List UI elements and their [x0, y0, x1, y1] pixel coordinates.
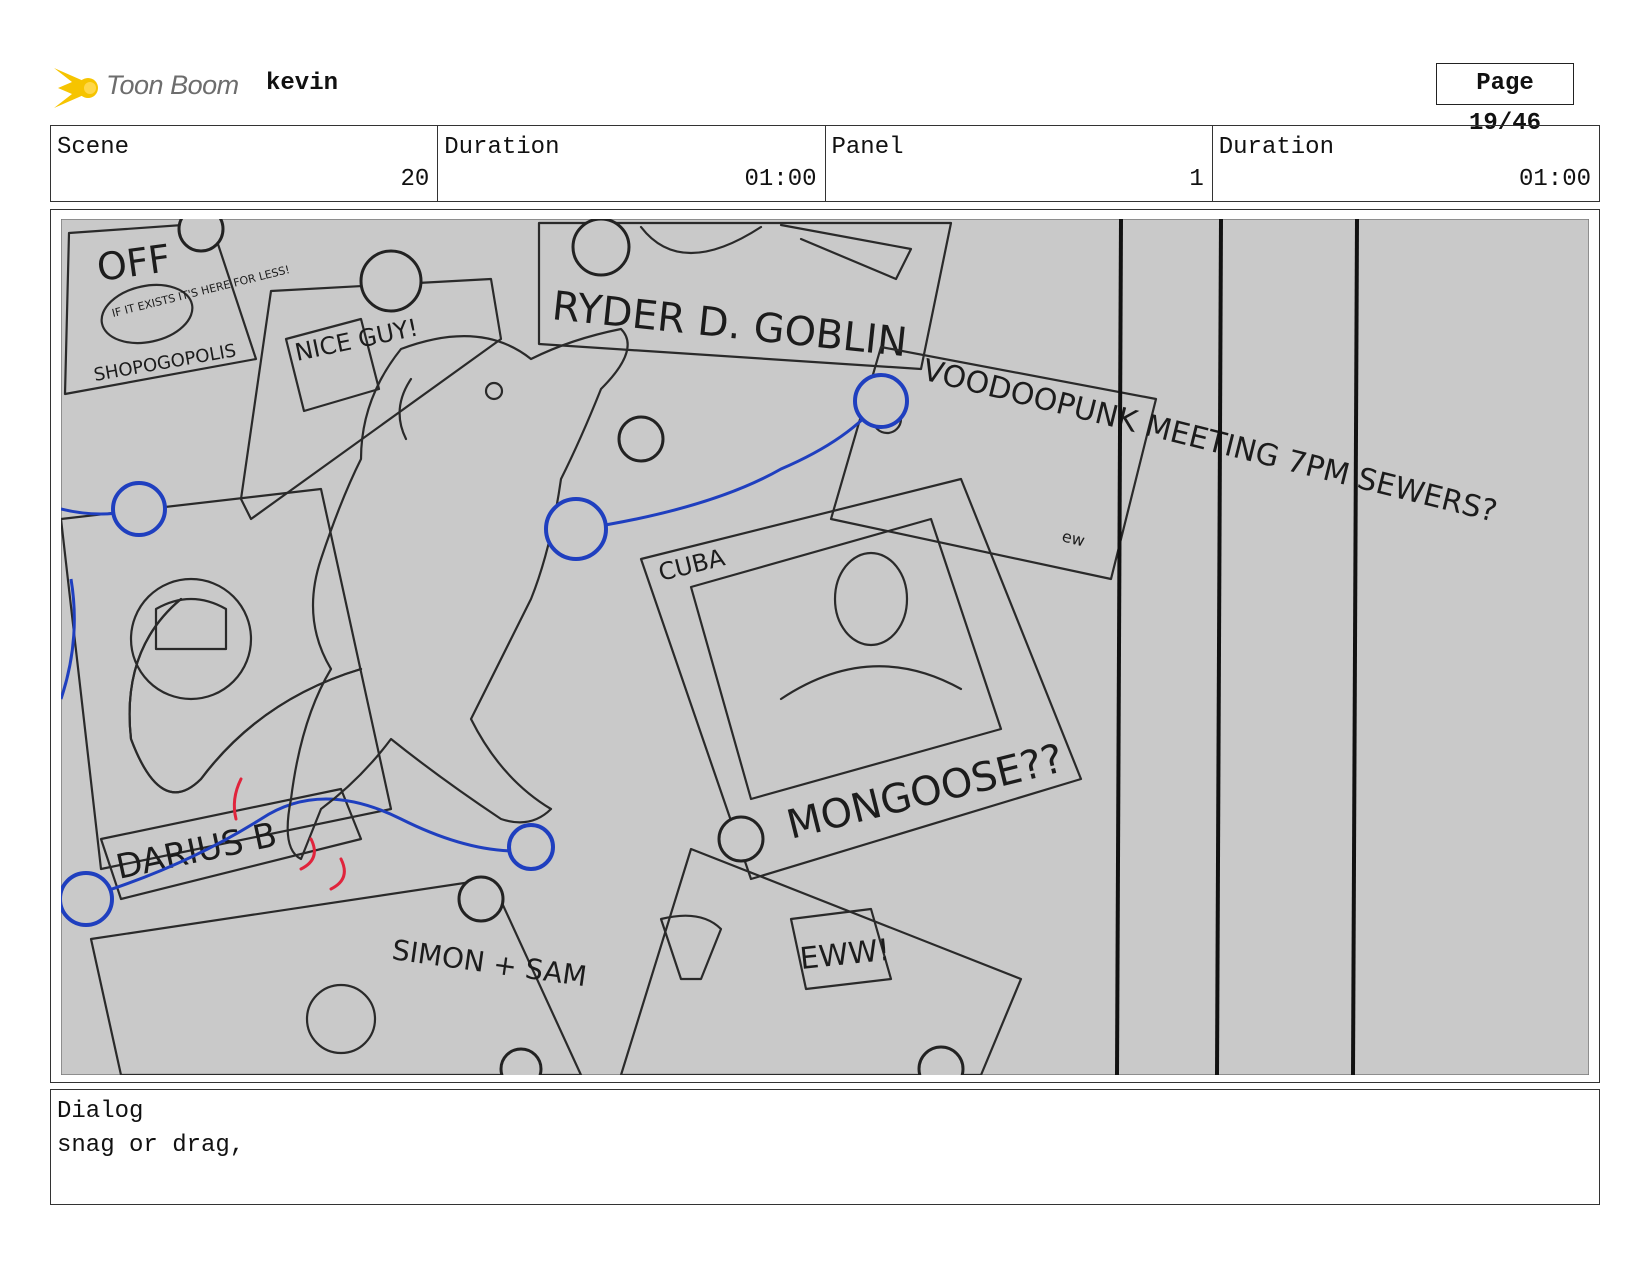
project-name: kevin: [266, 70, 339, 97]
panel-duration-label: Duration: [1218, 134, 1334, 161]
page-indicator: Page 19/46: [1436, 63, 1574, 137]
scene-label: Scene: [57, 134, 130, 161]
panel-duration-value: 01:00: [1518, 166, 1591, 193]
scene-value: 20: [400, 166, 430, 193]
scene-cell: Scene 20: [51, 126, 439, 201]
scene-duration-label: Duration: [444, 134, 560, 161]
panel-value: 1: [1189, 166, 1204, 193]
dialog-box: Dialog snag or drag,: [50, 1089, 1600, 1205]
scene-duration-cell: Duration 01:00: [438, 126, 826, 201]
storyboard-panel-frame: OFF IF IT EXISTS IT'S HERE FOR LESS! SHO…: [50, 209, 1600, 1083]
scene-info-table: Scene 20 Duration 01:00 Panel 1 Duration…: [50, 125, 1600, 202]
panel-label: Panel: [831, 134, 904, 161]
storyboard-sketch: OFF IF IT EXISTS IT'S HERE FOR LESS! SHO…: [61, 219, 1589, 1075]
panel-cell: Panel 1: [826, 126, 1213, 201]
starburst-icon: [54, 68, 98, 108]
scene-duration-value: 01:00: [744, 166, 817, 193]
dialog-text: snag or drag,: [57, 1132, 245, 1159]
logo-text: Toon Boom: [106, 69, 239, 100]
dialog-label: Dialog: [57, 1098, 144, 1125]
panel-duration-cell: Duration 01:00: [1213, 126, 1599, 201]
toon-boom-logo: Toon Boom: [52, 58, 239, 112]
